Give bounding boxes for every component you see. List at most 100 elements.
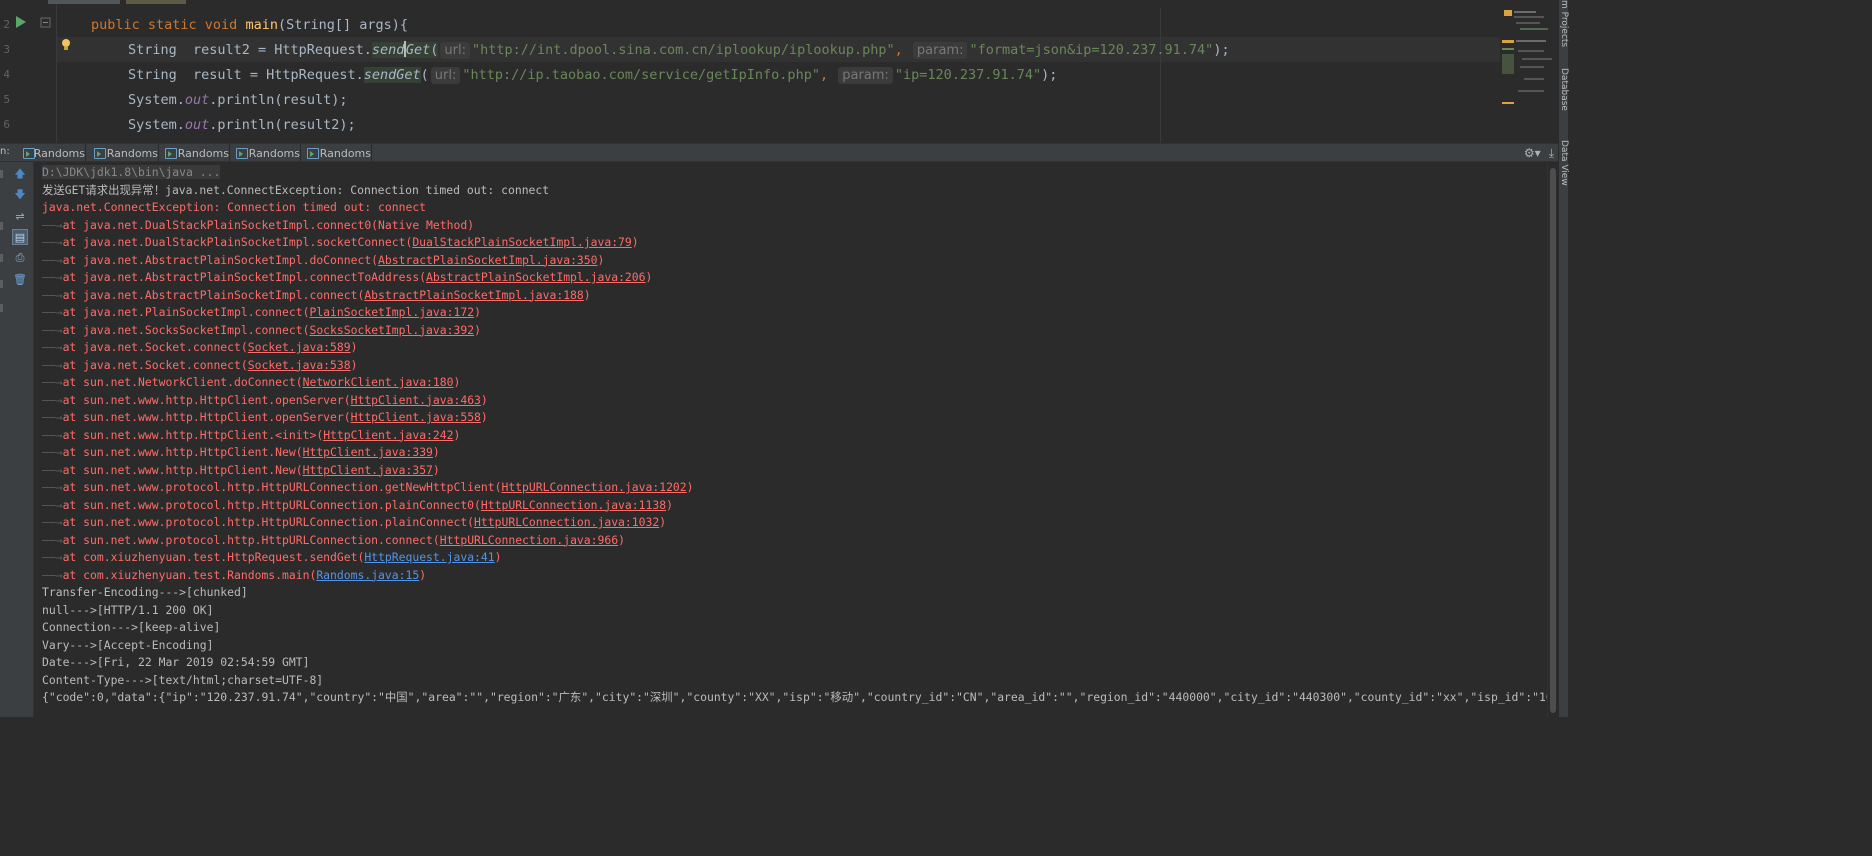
frame-tail: ) bbox=[474, 305, 481, 319]
frame-tail: ) bbox=[480, 410, 488, 424]
output-line: null--->[HTTP/1.1 200 OK] bbox=[42, 602, 214, 617]
source-link[interactable]: Randoms.java:15 bbox=[316, 568, 419, 582]
frame-method: at com.xiuzhenyuan.test.HttpRequest.send… bbox=[62, 550, 365, 564]
tab-randoms[interactable]: Randoms bbox=[160, 144, 230, 162]
stack-frame: ——→at sun.net.www.protocol.http.HttpURLC… bbox=[42, 479, 694, 497]
tab-randoms[interactable]: Randoms bbox=[231, 144, 301, 162]
frame-method: at sun.net.www.protocol.http.HttpURLConn… bbox=[62, 532, 440, 547]
code-text: ); bbox=[1041, 67, 1058, 83]
up-icon[interactable]: 🡅 bbox=[12, 166, 28, 182]
source-link[interactable]: HttpURLConnection.java:1032 bbox=[474, 515, 659, 529]
source-link[interactable]: HttpClient.java:242 bbox=[323, 428, 453, 442]
frame-method: at java.net.Socket.connect( bbox=[62, 340, 248, 354]
editor-tab-stub-active[interactable] bbox=[126, 0, 186, 4]
source-link[interactable]: HttpClient.java:357 bbox=[303, 463, 433, 477]
frame-method: at com.xiuzhenyuan.test.Randoms.main( bbox=[62, 567, 317, 582]
trash-icon[interactable]: 🗑 bbox=[12, 271, 28, 287]
tab-arrow: ——→ bbox=[42, 217, 63, 232]
source-link[interactable]: AbstractPlainSocketImpl.java:350 bbox=[378, 253, 597, 267]
source-link[interactable]: HttpURLConnection.java:1138 bbox=[481, 498, 666, 512]
source-link[interactable]: Socket.java:538 bbox=[248, 358, 351, 372]
fold-icon[interactable] bbox=[40, 17, 52, 29]
source-link[interactable]: HttpClient.java:339 bbox=[303, 445, 433, 459]
tab-label: Randoms bbox=[177, 146, 229, 160]
stack-frame: ——→at java.net.AbstractPlainSocketImpl.c… bbox=[42, 287, 591, 305]
lightbulb-icon[interactable] bbox=[60, 38, 72, 52]
frame-method: at sun.net.NetworkClient.doConnect( bbox=[62, 375, 303, 389]
scrollbar-thumb[interactable] bbox=[1550, 168, 1556, 713]
run-config-icon bbox=[165, 147, 177, 159]
stack-frame: ——→at java.net.Socket.connect(Socket.jav… bbox=[42, 339, 357, 357]
frame-tail: ) bbox=[618, 532, 625, 547]
output-line: Transfer-Encoding--->[chunked] bbox=[42, 585, 248, 599]
minimap[interactable] bbox=[1500, 6, 1558, 106]
gutter-separator bbox=[56, 4, 57, 143]
projects-tool-button[interactable]: m Projects bbox=[1559, 0, 1569, 47]
frame-tail: ) bbox=[474, 322, 481, 337]
frame-tail: ) bbox=[419, 567, 427, 582]
string-literal: "http://ip.taobao.com/service/getIpInfo.… bbox=[462, 67, 820, 83]
frame-tail: ) bbox=[645, 270, 653, 284]
tab-label: Randoms bbox=[106, 146, 158, 160]
editor-tab-stub[interactable] bbox=[48, 0, 120, 4]
source-link[interactable]: SocksSocketImpl.java:392 bbox=[309, 323, 474, 337]
line-number: 5 bbox=[3, 93, 10, 106]
frame-tail: ) bbox=[659, 515, 667, 529]
tab-arrow: ——→ bbox=[42, 392, 63, 407]
frame-method: at sun.net.www.http.HttpClient.New( bbox=[62, 445, 303, 459]
tab-arrow: ——→ bbox=[42, 550, 63, 564]
source-link[interactable]: HttpRequest.java:41 bbox=[364, 550, 494, 564]
tab-arrow: ——→ bbox=[42, 340, 63, 354]
output-line: Content-Type--->[text/html;charset=UTF-8… bbox=[42, 672, 324, 687]
right-margin-guide bbox=[1160, 8, 1161, 143]
output-line: {"code":0,"data":{"ip":"120.237.91.74","… bbox=[42, 690, 1547, 704]
run-gutter-icon[interactable] bbox=[15, 15, 27, 29]
code-line-4: System.out.println(result); bbox=[128, 89, 347, 111]
vertical-scrollbar[interactable] bbox=[1547, 162, 1558, 717]
source-link[interactable]: HttpClient.java:558 bbox=[351, 410, 481, 424]
source-link[interactable]: DualStackPlainSocketImpl.java:79 bbox=[412, 235, 631, 249]
static-field: out bbox=[184, 92, 210, 108]
frame-tail: ) bbox=[597, 252, 605, 267]
source-link[interactable]: AbstractPlainSocketImpl.java:188 bbox=[364, 288, 583, 302]
wrap-icon[interactable]: ⇌ bbox=[12, 208, 28, 224]
string-literal: "ip=120.237.91.74" bbox=[894, 67, 1042, 83]
stack-frame: ——→at com.xiuzhenyuan.test.Randoms.main(… bbox=[42, 567, 426, 585]
method-call: sendGet bbox=[363, 67, 421, 83]
source-link[interactable]: HttpURLConnection.java:966 bbox=[440, 533, 618, 547]
print-icon[interactable]: ⎙ bbox=[12, 250, 28, 266]
source-link[interactable]: PlainSocketImpl.java:172 bbox=[309, 305, 474, 319]
tab-randoms[interactable]: Randoms bbox=[302, 144, 372, 162]
frame-tail: ) bbox=[350, 357, 358, 372]
tab-randoms[interactable]: Randoms bbox=[18, 144, 86, 162]
tab-arrow: ——→ bbox=[42, 322, 63, 337]
database-tool-button[interactable]: Database bbox=[1559, 68, 1569, 111]
frame-tail: ) bbox=[666, 497, 673, 512]
code-editor[interactable]: 2 3 4 5 6 public static void main(String… bbox=[0, 0, 1558, 143]
tab-arrow: ——→ bbox=[42, 497, 63, 512]
source-link[interactable]: AbstractPlainSocketImpl.java:206 bbox=[426, 270, 645, 284]
static-field: out bbox=[184, 117, 210, 133]
gear-icon[interactable]: ⚙▾ bbox=[1524, 146, 1541, 161]
download-icon[interactable]: ⤓ bbox=[1549, 146, 1554, 161]
down-icon[interactable]: 🡇 bbox=[12, 187, 28, 203]
source-link[interactable]: Socket.java:589 bbox=[248, 340, 351, 354]
stack-frame: ——→at com.xiuzhenyuan.test.HttpRequest.s… bbox=[42, 549, 502, 567]
stack-frame: ——→at sun.net.www.protocol.http.HttpURLC… bbox=[42, 532, 625, 550]
console-output[interactable]: D:\JDK\jdk1.8\bin\java ... 发送GET请求出现异常！j… bbox=[35, 162, 1547, 717]
data-view-tool-button[interactable]: Data View bbox=[1559, 140, 1569, 186]
edge-marker bbox=[0, 280, 3, 288]
source-link[interactable]: NetworkClient.java:180 bbox=[303, 375, 454, 389]
tab-label: Randoms bbox=[33, 146, 85, 160]
stack-frame: ——→at java.net.Socket.connect(Socket.jav… bbox=[42, 357, 357, 375]
string-literal: "format=json&ip=120.237.91.74" bbox=[969, 42, 1214, 58]
code-line-5: System.out.println(result2); bbox=[128, 114, 356, 136]
scroll-end-icon[interactable]: ▤ bbox=[12, 229, 28, 245]
source-link[interactable]: HttpURLConnection.java:1202 bbox=[501, 480, 686, 494]
tab-arrow: ——→ bbox=[42, 427, 63, 442]
frame-tail: ) bbox=[480, 392, 488, 407]
source-link[interactable]: HttpClient.java:463 bbox=[351, 393, 481, 407]
run-config-icon bbox=[94, 147, 106, 159]
tab-randoms[interactable]: Randoms bbox=[89, 144, 159, 162]
method-call: Get bbox=[405, 42, 431, 58]
